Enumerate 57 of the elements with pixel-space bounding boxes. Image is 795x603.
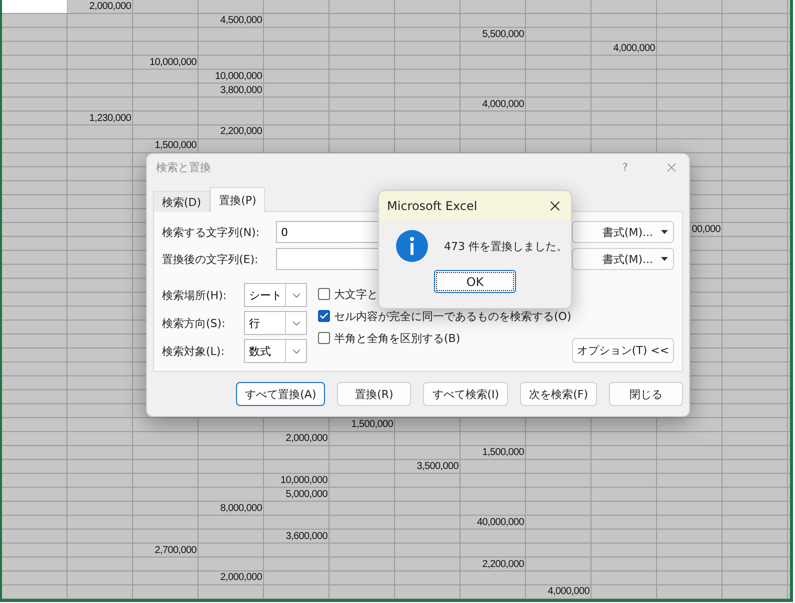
- table-cell: 2,200,000: [220, 125, 263, 138]
- format-button[interactable]: 書式(M)...: [572, 221, 674, 243]
- table-cell: 00,000: [692, 223, 722, 236]
- format-button[interactable]: 書式(M)...: [572, 248, 674, 270]
- dialog-button[interactable]: 置換(R): [337, 382, 412, 406]
- table-cell: 3,500,000: [416, 460, 460, 473]
- table-cell: 40,000,000: [476, 516, 525, 529]
- select-label: 検索方向(S):: [162, 316, 226, 330]
- dropdown[interactable]: 行: [244, 311, 307, 335]
- dialog-title: 検索と置換: [156, 160, 212, 174]
- table-cell: 10,000,000: [149, 56, 198, 69]
- caret-icon: [661, 257, 668, 261]
- tab[interactable]: 置換(P): [210, 187, 266, 212]
- tab[interactable]: 検索(D): [153, 191, 210, 212]
- selected-cell[interactable]: [2, 0, 66, 13]
- table-cell: 4,000,000: [613, 42, 656, 55]
- table-cell: 2,200,000: [482, 558, 525, 570]
- dropdown[interactable]: 数式: [244, 339, 307, 363]
- message-box-title: Microsoft Excel: [387, 198, 478, 212]
- checkbox-label: 大文字と: [334, 286, 378, 302]
- table-cell: 3,800,000: [220, 84, 263, 97]
- table-cell: 1,500,000: [154, 139, 198, 152]
- checkbox-label: 半角と全角を区別する(B): [334, 330, 460, 346]
- table-cell: 4,000,000: [482, 98, 525, 110]
- options-button[interactable]: オプション(T) <<: [572, 338, 674, 363]
- dropdown[interactable]: シート: [244, 283, 307, 307]
- dialog-button[interactable]: すべて置換(A): [236, 382, 326, 406]
- dialog-button[interactable]: 次を検索(F): [520, 382, 597, 406]
- field-label: 置換後の文字列(E):: [162, 252, 260, 266]
- table-cell: 2,000,000: [220, 571, 263, 584]
- table-cell: 1,500,000: [351, 418, 394, 432]
- table-cell: 1,500,000: [482, 446, 525, 459]
- info-icon: [396, 230, 428, 262]
- dialog-button[interactable]: 閉じる: [609, 382, 683, 406]
- ok-button[interactable]: OK: [434, 270, 516, 293]
- dialog-button[interactable]: すべて検索(I): [423, 382, 508, 406]
- select-label: 検索対象(L):: [162, 344, 226, 358]
- select-label: 検索場所(H):: [162, 288, 228, 302]
- table-cell: 5,500,000: [482, 28, 525, 41]
- checkbox[interactable]: [318, 332, 330, 344]
- table-cell: 10,000,000: [280, 474, 328, 487]
- table-cell: 5,000,000: [286, 488, 328, 501]
- checkbox[interactable]: [318, 288, 330, 300]
- table-cell: 10,000,000: [214, 70, 263, 83]
- checkbox-label: セル内容が完全に同一であるものを検索する(O): [334, 308, 572, 324]
- checkbox[interactable]: [318, 310, 330, 322]
- table-cell: 2,000,000: [286, 432, 328, 445]
- table-cell: 4,000,000: [548, 585, 590, 598]
- table-cell: 2,700,000: [154, 544, 198, 556]
- table-cell: 2,000,000: [89, 0, 132, 13]
- table-cell: 8,000,000: [220, 502, 263, 515]
- table-cell: 4,500,000: [220, 14, 263, 27]
- table-cell: 1,230,000: [89, 112, 132, 124]
- field-label: 検索する文字列(N):: [162, 224, 261, 240]
- message-text: 473 件を置換しました。: [444, 238, 568, 254]
- table-cell: 3,600,000: [286, 530, 328, 543]
- caret-icon: [661, 230, 668, 234]
